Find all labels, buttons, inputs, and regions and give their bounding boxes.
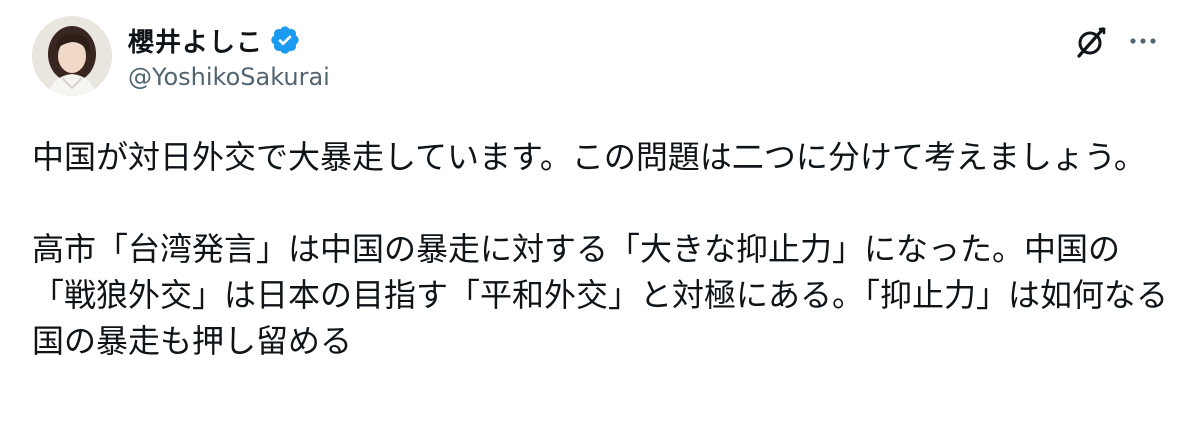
author-display-name[interactable]: 櫻井よしこ bbox=[128, 22, 263, 59]
post-paragraph: 中国が対日外交で大暴走しています。この問題は二つに分けて考えましょう。 bbox=[32, 138, 1146, 176]
author-name-row[interactable]: 櫻井よしこ bbox=[128, 20, 301, 60]
avatar[interactable] bbox=[32, 16, 112, 96]
post: 櫻井よしこ @YoshikoSakurai 中国が対日外交で大暴走しています。こ… bbox=[0, 0, 1194, 446]
author-handle[interactable]: @YoshikoSakurai bbox=[128, 63, 330, 91]
grok-icon[interactable] bbox=[1073, 24, 1109, 60]
post-paragraph: 高市「台湾発言」は中国の暴走に対する「大きな抑止力」になった。中国の「戦狼外交」… bbox=[32, 230, 1169, 360]
more-options-icon[interactable] bbox=[1125, 26, 1161, 56]
verified-badge-icon[interactable] bbox=[269, 24, 301, 56]
post-text: 中国が対日外交で大暴走しています。この問題は二つに分けて考えましょう。 高市「台… bbox=[32, 134, 1172, 364]
profile-photo bbox=[32, 16, 112, 96]
